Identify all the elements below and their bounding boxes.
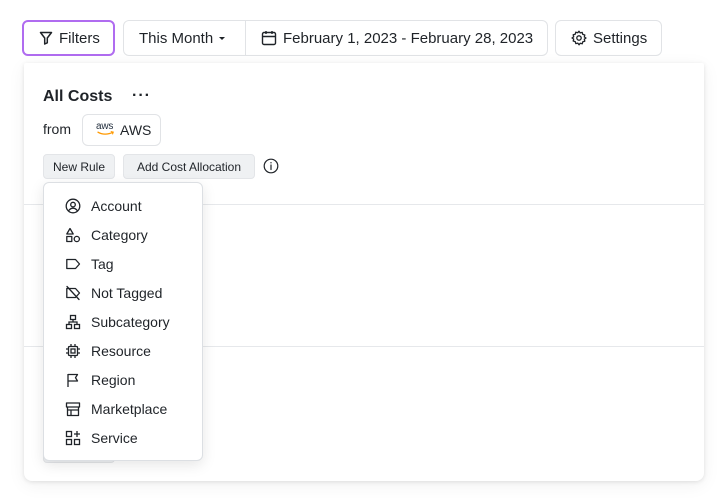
menu-item-label: Region: [91, 371, 136, 388]
flag-icon: [65, 372, 81, 388]
shapes-icon: [65, 227, 81, 243]
menu-item-category[interactable]: Category: [44, 220, 202, 249]
menu-item-marketplace[interactable]: Marketplace: [44, 394, 202, 423]
filter-icon: [39, 31, 53, 45]
apps-plus-icon: [65, 430, 81, 446]
tag-off-icon: [65, 285, 81, 301]
filter-dropdown-menu: Account Category Tag Not Tagged Subcateg…: [43, 182, 203, 461]
page-title: All Costs: [43, 88, 113, 105]
menu-item-label: Service: [91, 429, 138, 446]
aws-logo-icon: aws: [96, 121, 116, 137]
menu-item-service[interactable]: Service: [44, 423, 202, 452]
menu-item-label: Marketplace: [91, 400, 168, 417]
settings-label: Settings: [593, 29, 648, 47]
user-circle-icon: [65, 198, 81, 214]
gear-icon: [571, 30, 587, 46]
from-label: from: [43, 121, 71, 137]
caret-down-icon: [217, 33, 227, 43]
more-options-button[interactable]: ···: [132, 87, 151, 105]
storefront-icon: [65, 401, 81, 417]
menu-item-label: Subcategory: [91, 313, 170, 330]
date-range-group: This Month February 1, 2023 - February 2…: [123, 20, 548, 56]
menu-item-label: Not Tagged: [91, 284, 163, 301]
menu-item-tag[interactable]: Tag: [44, 249, 202, 278]
menu-item-not-tagged[interactable]: Not Tagged: [44, 278, 202, 307]
calendar-icon: [261, 30, 277, 46]
menu-item-label: Resource: [91, 342, 151, 359]
menu-item-label: Category: [91, 226, 148, 243]
provider-label: AWS: [120, 122, 152, 138]
menu-item-account[interactable]: Account: [44, 191, 202, 220]
new-rule-button[interactable]: New Rule: [43, 154, 115, 179]
menu-item-label: Account: [91, 197, 142, 214]
period-label: This Month: [139, 29, 214, 47]
menu-item-subcategory[interactable]: Subcategory: [44, 307, 202, 336]
hierarchy-icon: [65, 314, 81, 330]
date-range-picker[interactable]: February 1, 2023 - February 28, 2023: [246, 20, 548, 56]
add-cost-allocation-button[interactable]: Add Cost Allocation: [123, 154, 255, 179]
cpu-chip-icon: [65, 343, 81, 359]
period-dropdown[interactable]: This Month: [123, 20, 246, 56]
filters-label: Filters: [59, 29, 100, 47]
provider-chip[interactable]: aws AWS: [82, 114, 161, 146]
menu-item-region[interactable]: Region: [44, 365, 202, 394]
menu-item-label: Tag: [91, 255, 114, 272]
settings-button[interactable]: Settings: [555, 20, 662, 56]
filters-button[interactable]: Filters: [22, 20, 115, 56]
info-icon[interactable]: [263, 158, 279, 179]
toolbar: Filters This Month February 1, 2023 - Fe…: [22, 20, 662, 56]
tag-icon: [65, 256, 81, 272]
date-range-label: February 1, 2023 - February 28, 2023: [283, 29, 534, 47]
menu-item-resource[interactable]: Resource: [44, 336, 202, 365]
